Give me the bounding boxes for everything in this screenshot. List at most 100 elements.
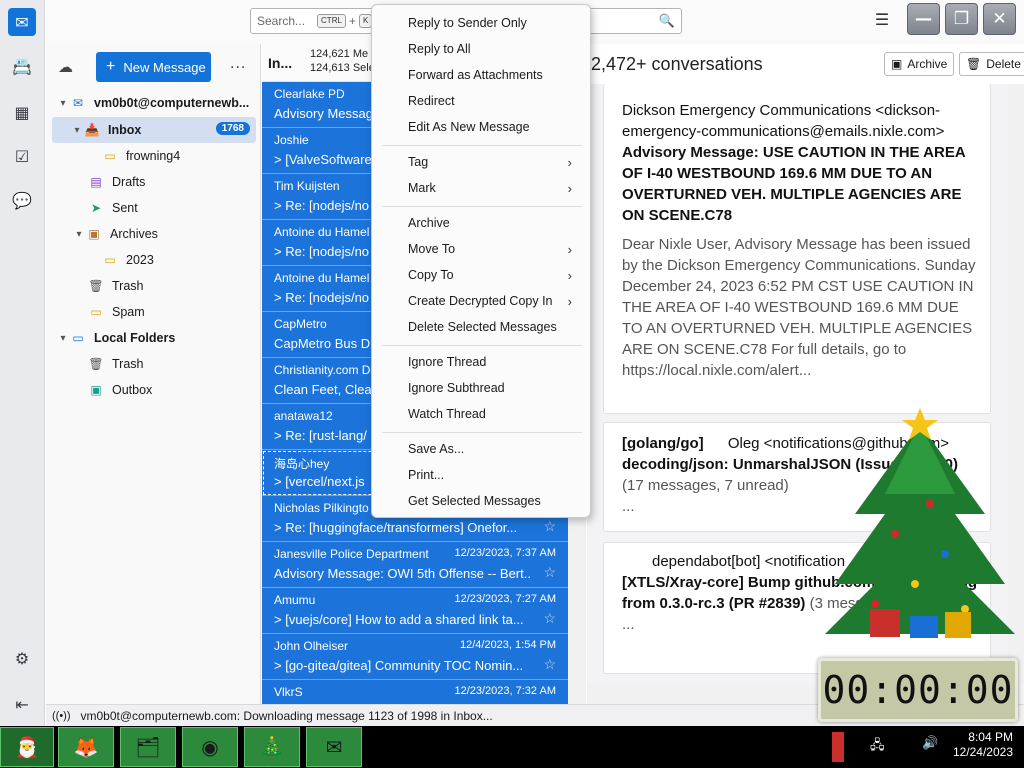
expand-chevron-icon[interactable]: ▾ <box>56 333 70 344</box>
menu-item-save-as[interactable]: Save As... <box>380 437 584 461</box>
taskbar: 🎅 🦊 🗂 ◉ 🎄 ✉ 🖧 🔊 8:04 PM 12/24/2023 <box>0 726 1024 768</box>
clock-widget[interactable]: 00:00:00 <box>818 658 1018 722</box>
message-row[interactable]: Janesville Police Department 12/23/2023, … <box>262 542 568 588</box>
message-subject: Advisory Message: OWI 5th Offense -- Ber… <box>274 566 530 581</box>
folder-label: Drafts <box>112 175 146 189</box>
tray-flag-icon[interactable] <box>832 732 844 762</box>
thunderbird-taskbar-icon[interactable]: ✉ <box>306 727 362 767</box>
submenu-chevron-icon: › <box>567 267 572 283</box>
folder-trash[interactable]: 🗑 Trash <box>46 273 260 299</box>
minimize-button[interactable]: — <box>907 3 940 35</box>
address-book-icon[interactable]: 📇 <box>8 52 36 80</box>
chat-icon[interactable]: 💬 <box>8 186 36 214</box>
archive-button[interactable]: ▣ Archive <box>884 52 955 76</box>
submenu-chevron-icon: › <box>567 154 572 170</box>
folder-frowning4[interactable]: ▭ frowning4 <box>46 143 260 169</box>
folder-label: Archives <box>110 227 158 241</box>
menu-separator <box>382 145 582 146</box>
folder-inbox[interactable]: ▾ 📥 Inbox 1768 <box>52 117 256 143</box>
outbox-icon: ▣ <box>90 383 102 397</box>
delete-label: Delete <box>986 57 1021 71</box>
tasks-icon[interactable]: ☑ <box>8 142 36 170</box>
folder-pane-menu-button[interactable]: ... <box>230 56 246 72</box>
settings-icon[interactable]: ⚙ <box>8 644 36 672</box>
folder-outbox[interactable]: ▣ Outbox <box>46 377 260 403</box>
menu-item-print[interactable]: Print... <box>380 463 584 487</box>
menu-item-create-decrypted-copy-in[interactable]: Create Decrypted Copy In › <box>380 289 584 313</box>
folder-archives[interactable]: ▾ ▣ Archives <box>46 221 260 247</box>
message-row[interactable]: Amumu 12/23/2023, 7:27 AM > [vuejs/core] H… <box>262 588 568 634</box>
tray-network-icon[interactable]: 🖧 <box>870 736 885 758</box>
star-icon[interactable]: ☆ <box>543 564 556 581</box>
expand-chevron-icon[interactable]: ▾ <box>70 125 84 136</box>
message-date: 12/23/2023, 7:27 AM <box>454 593 556 605</box>
christmas-tree-image <box>825 408 1015 638</box>
delete-button[interactable]: 🗑 Delete <box>959 52 1024 76</box>
folder-sent[interactable]: ➤ Sent <box>46 195 260 221</box>
menu-item-label: Watch Thread <box>408 407 486 421</box>
menu-item-ignore-thread[interactable]: Ignore Thread <box>380 350 584 374</box>
menu-item-copy-to[interactable]: Copy To › <box>380 263 584 287</box>
tree-app-taskbar-icon[interactable]: 🎄 <box>244 727 300 767</box>
expand-chevron-icon[interactable]: ▾ <box>56 98 70 109</box>
sent-icon: ➤ <box>90 201 102 215</box>
folder-account[interactable]: ▾ ✉ vm0b0t@computernewb... <box>46 90 260 116</box>
menu-item-watch-thread[interactable]: Watch Thread <box>380 402 584 426</box>
expand-chevron-icon[interactable]: ▾ <box>72 229 86 240</box>
menu-item-edit-as-new-message[interactable]: Edit As New Message <box>380 115 584 139</box>
menu-item-delete-selected-messages[interactable]: Delete Selected Messages <box>380 315 584 339</box>
get-messages-icon[interactable]: ☁ <box>58 58 73 76</box>
star-icon[interactable]: ☆ <box>543 656 556 673</box>
collapse-spaces-icon[interactable]: ⇤ <box>8 690 36 718</box>
menu-item-archive[interactable]: Archive <box>380 211 584 235</box>
restore-button[interactable]: ❐ <box>945 3 978 35</box>
tray-volume-icon[interactable]: 🔊 <box>922 736 938 751</box>
trash-icon: 🗑 <box>966 57 982 71</box>
menu-item-label: Create Decrypted Copy In <box>408 294 553 308</box>
mail-space-icon[interactable]: ✉ <box>8 8 36 36</box>
submenu-chevron-icon: › <box>567 180 572 196</box>
folder-local-trash[interactable]: 🗑 Trash <box>46 351 260 377</box>
thunderbird-window: ✉ 📇 ▦ ☑ 💬 ⚙ ⇤ Search... CTRL + K 🔍 ☰ — ❐… <box>0 0 1024 726</box>
message-date: 12/23/2023, 7:32 AM <box>454 685 556 697</box>
file-explorer-taskbar-icon[interactable]: 🗂 <box>120 727 176 767</box>
message-row[interactable]: John Olheiser 12/4/2023, 1:54 PM > [go-git… <box>262 634 568 680</box>
folder-spam[interactable]: ▭ Spam <box>46 299 260 325</box>
chrome-taskbar-icon[interactable]: ◉ <box>182 727 238 767</box>
menu-item-redirect[interactable]: Redirect <box>380 89 584 113</box>
new-message-button[interactable]: + New Message <box>96 52 211 82</box>
star-icon[interactable]: ☆ <box>543 518 556 535</box>
message-sender: Janesville Police Department <box>274 547 429 561</box>
star-icon[interactable]: ☆ <box>543 610 556 627</box>
menu-item-mark[interactable]: Mark › <box>380 176 584 200</box>
folder-label: Outbox <box>112 383 153 397</box>
menu-item-label: Forward as Attachments <box>408 68 543 82</box>
firefox-taskbar-icon[interactable]: 🦊 <box>58 727 114 767</box>
start-button[interactable]: 🎅 <box>0 727 54 767</box>
folder-label: frowning4 <box>126 149 181 163</box>
tray-clock[interactable]: 8:04 PM 12/24/2023 <box>945 730 1013 760</box>
search-icon[interactable]: 🔍 <box>659 13 675 29</box>
menu-item-reply-to-all[interactable]: Reply to All <box>380 37 584 61</box>
calendar-icon[interactable]: ▦ <box>8 98 36 126</box>
menu-item-get-selected-messages[interactable]: Get Selected Messages <box>380 489 584 513</box>
menu-separator <box>382 206 582 207</box>
message-context-menu: Reply to Sender Only Reply to All Forward … <box>371 4 591 518</box>
menu-item-tag[interactable]: Tag › <box>380 150 584 174</box>
folder-2023[interactable]: ▭ 2023 <box>46 247 260 273</box>
close-button[interactable]: ✕ <box>983 3 1016 35</box>
summary-card[interactable]: Dickson Emergency Communications <dickso… <box>603 84 991 414</box>
menu-item-move-to[interactable]: Move To › <box>380 237 584 261</box>
status-text: vm0b0t@computernewb.com: Downloading mes… <box>80 708 493 723</box>
summary-repo: [golang/go] <box>622 435 704 452</box>
menu-item-label: Get Selected Messages <box>408 494 541 508</box>
app-menu-icon[interactable]: ☰ <box>872 10 892 30</box>
folder-local-folders[interactable]: ▾ ▭ Local Folders <box>46 325 260 351</box>
message-date: 12/23/2023, 7:37 AM <box>454 547 556 559</box>
folder-label: Spam <box>112 305 145 319</box>
menu-item-reply-to-sender-only[interactable]: Reply to Sender Only <box>380 11 584 35</box>
menu-item-ignore-subthread[interactable]: Ignore Subthread <box>380 376 584 400</box>
summary-card-header: Dickson Emergency Communications <dickso… <box>622 100 982 226</box>
folder-drafts[interactable]: ▤ Drafts <box>46 169 260 195</box>
menu-item-forward-as-attachments[interactable]: Forward as Attachments <box>380 63 584 87</box>
